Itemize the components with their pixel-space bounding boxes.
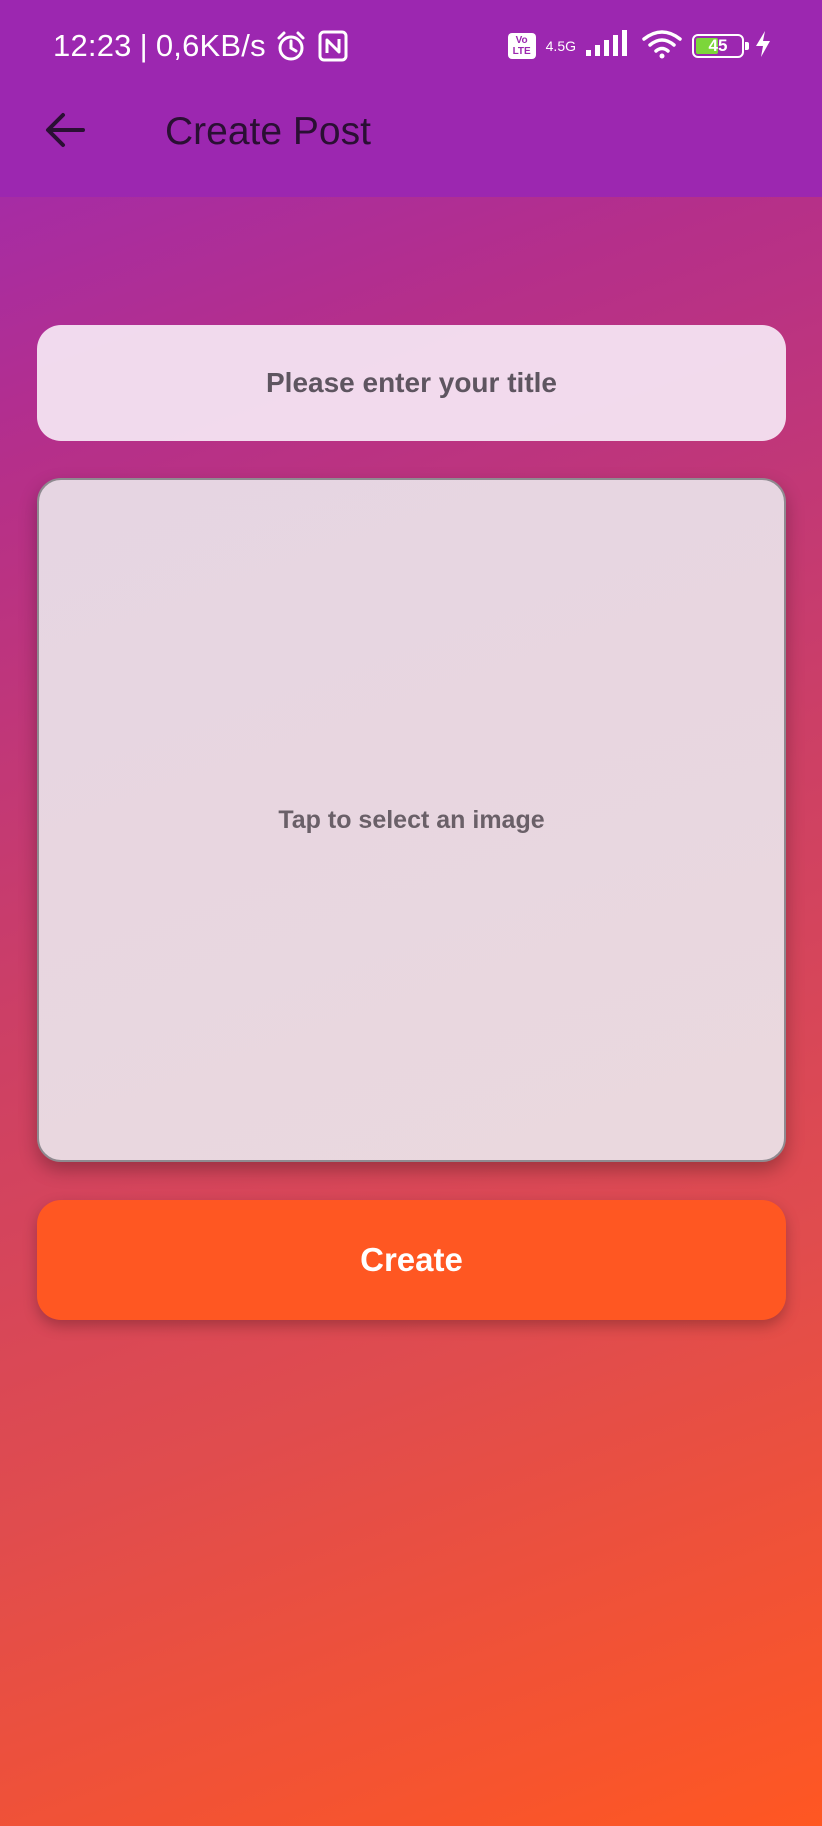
battery-icon: 45 (692, 34, 749, 58)
volte-badge: Vo LTE (507, 33, 536, 59)
volte-bottom: LTE (512, 46, 531, 57)
image-picker[interactable]: Tap to select an image (37, 478, 786, 1162)
image-picker-label: Tap to select an image (278, 805, 545, 834)
status-left: 12:23 | 0,6KB/s (53, 26, 350, 66)
status-time: 12:23 (53, 28, 132, 63)
status-right: Vo LTE 4.5G 45 (507, 26, 772, 66)
title-input[interactable] (37, 325, 786, 441)
arrow-left-icon (43, 110, 87, 155)
network-speed: 0,6KB/s (155, 28, 266, 63)
status-bar: 12:23 | 0,6KB/s Vo LTE 4.5G 45 (0, 0, 822, 92)
nfc-icon (316, 29, 350, 63)
charging-icon (754, 30, 772, 63)
back-button[interactable] (40, 107, 90, 157)
network-type: 4.5G (546, 39, 576, 53)
create-button[interactable]: Create (37, 1200, 786, 1320)
status-separator: | (139, 28, 148, 63)
volte-top: Vo (515, 35, 528, 46)
alarm-icon (274, 29, 308, 63)
battery-level: 45 (708, 36, 728, 55)
network-gen: 4.5G (545, 38, 576, 54)
wifi-icon (642, 29, 682, 64)
signal-icon (586, 29, 632, 63)
page-title: Create Post (165, 110, 371, 153)
